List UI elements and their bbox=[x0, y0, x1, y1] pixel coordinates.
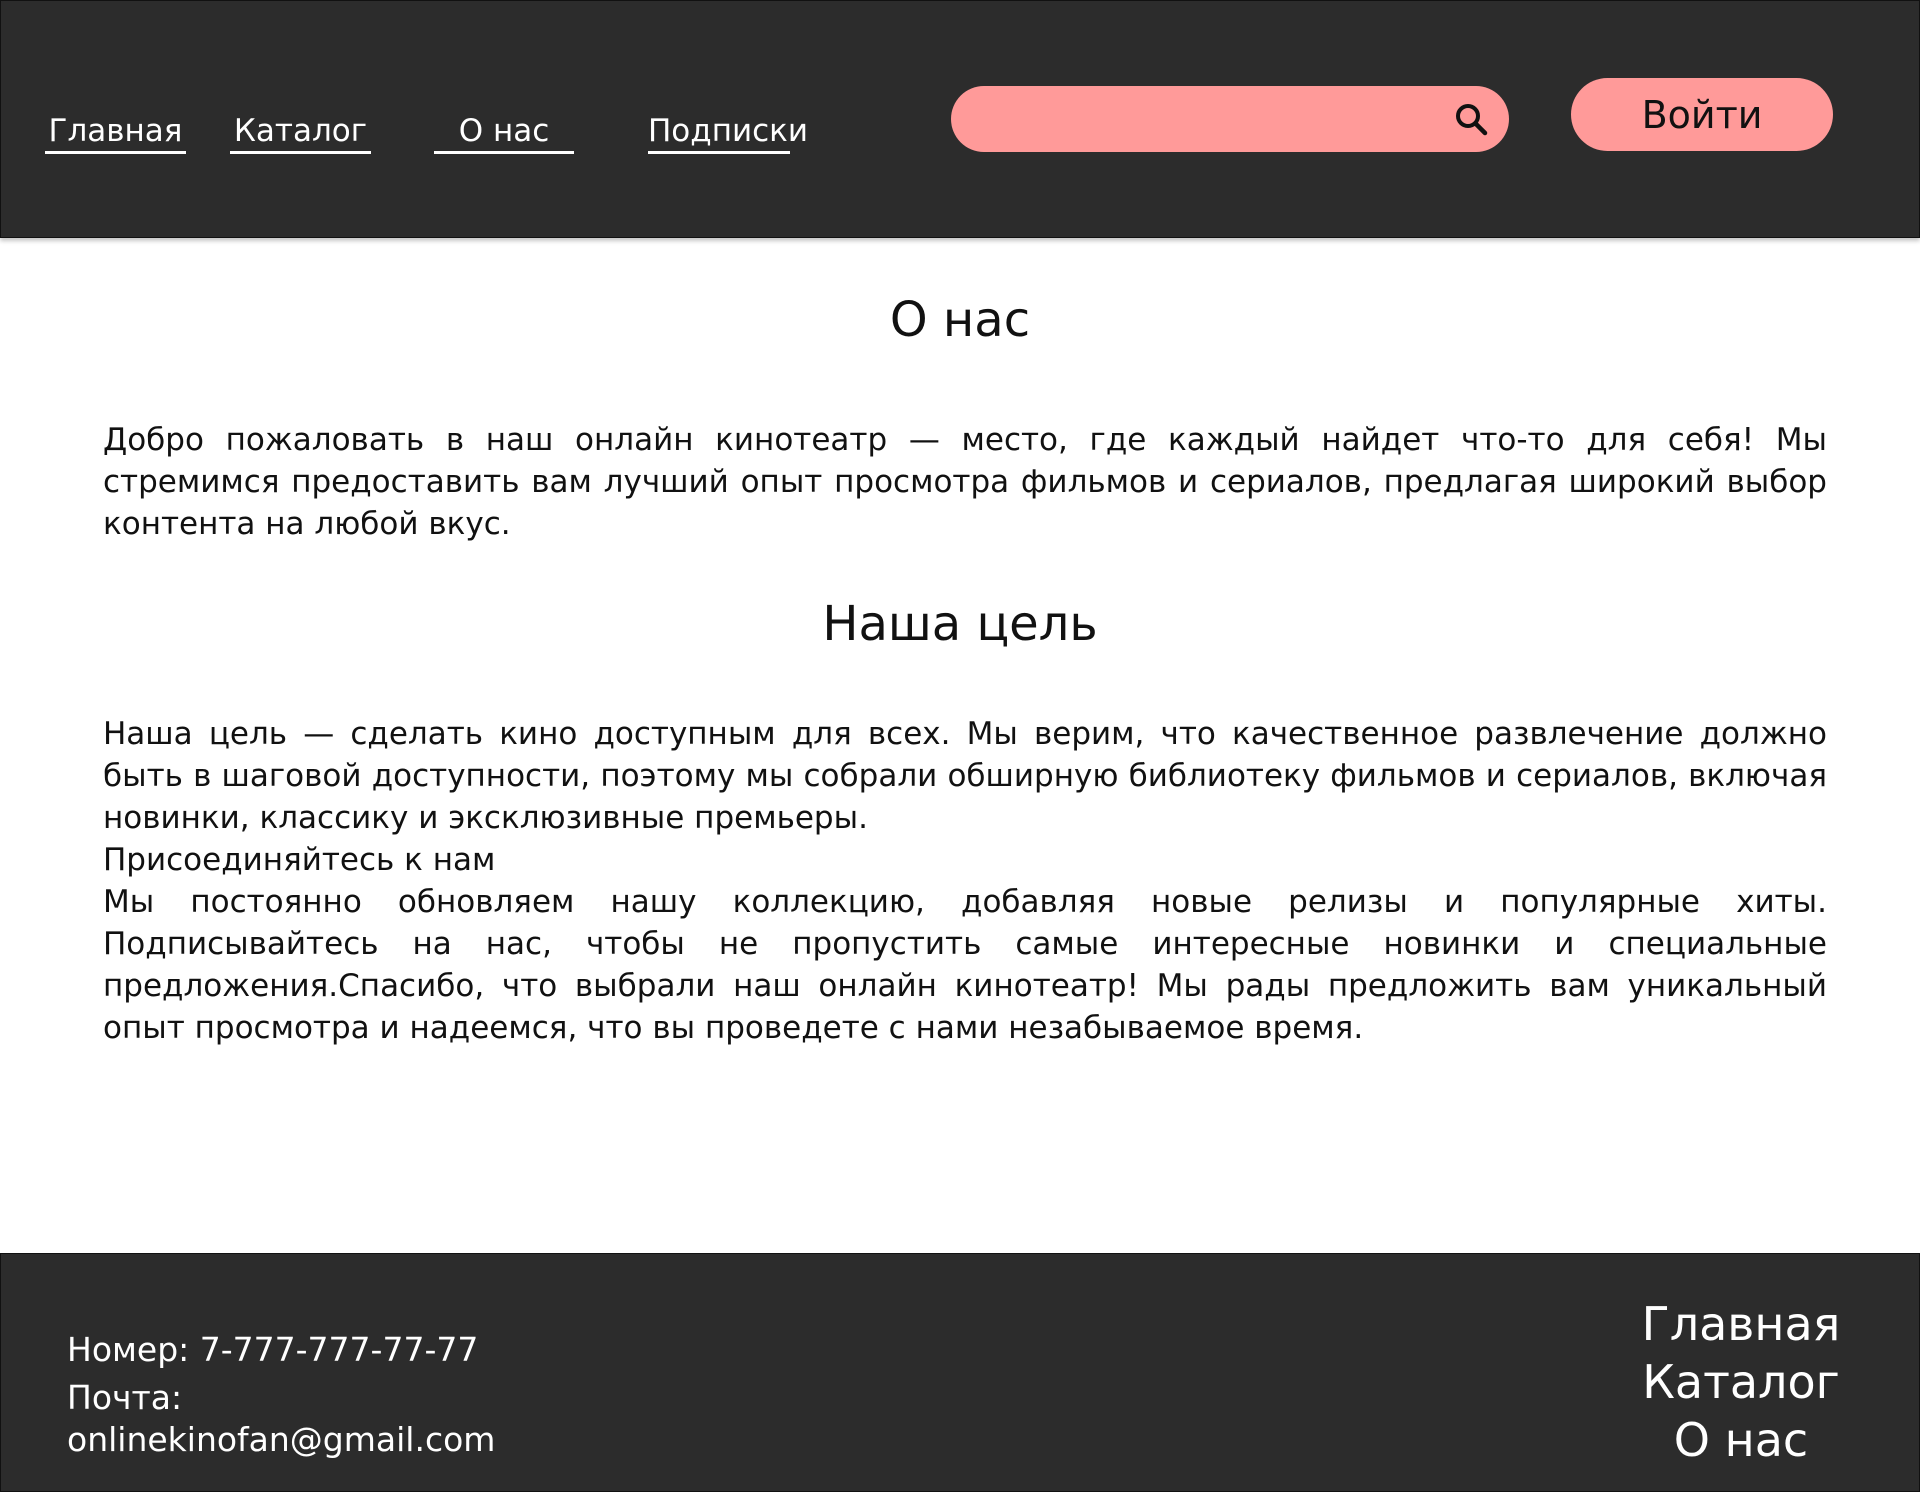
footer-link-home[interactable]: Главная bbox=[1581, 1295, 1901, 1353]
site-footer: Номер: 7-777-777-77-77 Почта: onlinekino… bbox=[0, 1253, 1920, 1492]
join-paragraph: Мы постоянно обновляем нашу коллекцию, д… bbox=[103, 884, 1827, 1046]
nav-link-about[interactable]: О нас bbox=[434, 111, 574, 154]
footer-phone: Номер: 7-777-777-77-77 bbox=[67, 1330, 479, 1369]
nav-link-catalog[interactable]: Каталог bbox=[230, 111, 371, 154]
footer-email-label: Почта: bbox=[67, 1378, 183, 1417]
search-icon bbox=[1453, 101, 1493, 137]
search-input[interactable] bbox=[979, 96, 1433, 144]
footer-nav: Главная Каталог О нас bbox=[1581, 1295, 1901, 1469]
intro-paragraph: Добро пожаловать в наш онлайн кинотеатр … bbox=[103, 422, 1827, 542]
join-heading: Присоединяйтесь к нам bbox=[103, 842, 496, 878]
site-header: Главная Каталог О нас Подписки Войти bbox=[0, 0, 1920, 238]
goal-heading: Наша цель bbox=[822, 596, 1098, 652]
footer-link-catalog[interactable]: Каталог bbox=[1581, 1353, 1901, 1411]
footer-link-about[interactable]: О нас bbox=[1581, 1411, 1901, 1469]
goal-paragraph: Наша цель — сделать кино доступным для в… bbox=[103, 716, 1827, 836]
search-button[interactable] bbox=[1453, 99, 1493, 139]
nav-link-home[interactable]: Главная bbox=[45, 111, 186, 154]
search-box bbox=[951, 86, 1509, 152]
login-button[interactable]: Войти bbox=[1571, 78, 1833, 151]
footer-email-link[interactable]: onlinekinofan@gmail.com bbox=[67, 1420, 495, 1460]
page-title: О нас bbox=[889, 292, 1031, 348]
nav-link-subscriptions[interactable]: Подписки bbox=[648, 111, 808, 154]
